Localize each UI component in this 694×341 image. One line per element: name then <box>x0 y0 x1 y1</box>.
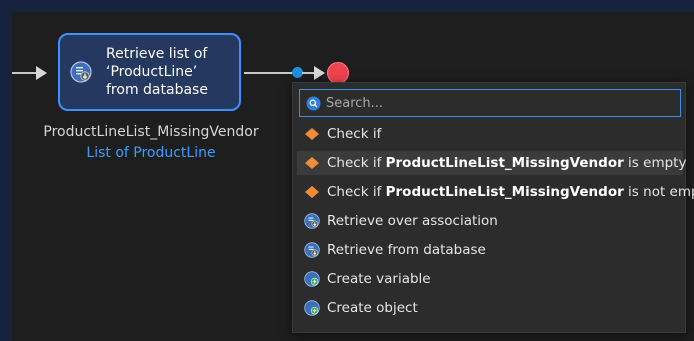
outgoing-flow-line[interactable] <box>244 72 294 74</box>
search-box[interactable] <box>299 89 681 117</box>
output-variable-type[interactable]: List of ProductLine <box>0 144 302 162</box>
menu-item-retrieve-over-association[interactable]: Retrieve over association <box>297 209 683 233</box>
search-icon <box>306 96 321 111</box>
menu-item-check-if-not-empty[interactable]: Check if ProductLineList_MissingVendor i… <box>297 180 694 204</box>
activity-label-line1: Retrieve list of <box>106 46 208 62</box>
menu-item-label: Check if ProductLineList_MissingVendor i… <box>327 155 687 171</box>
retrieve-icon <box>304 213 320 229</box>
end-event[interactable] <box>327 62 349 84</box>
incoming-flow-arrow-icon <box>36 66 47 80</box>
create-icon <box>304 300 320 316</box>
activity-label: Retrieve list of ‘ProductLine’ from data… <box>106 45 236 99</box>
menu-item-check-if[interactable]: Check if <box>297 122 683 146</box>
diamond-icon <box>305 157 319 169</box>
activity-label-line2: ‘ProductLine’ <box>106 64 198 80</box>
retrieve-activity[interactable]: Retrieve list of ‘ProductLine’ from data… <box>58 33 241 111</box>
menu-item-check-if-empty[interactable]: Check if ProductLineList_MissingVendor i… <box>297 151 687 175</box>
diamond-icon <box>305 128 319 140</box>
menu-item-label: Retrieve from database <box>327 242 486 258</box>
menu-item-label: Check if <box>327 126 382 142</box>
outgoing-flow-arrow-icon <box>314 66 325 80</box>
output-variable-name: ProductLineList_MissingVendor <box>43 124 259 140</box>
menu-item-label: Create object <box>327 300 418 316</box>
menu-item-label: Create variable <box>327 271 431 287</box>
menu-item-retrieve-from-database[interactable]: Retrieve from database <box>297 238 683 262</box>
activity-label-line3: from database <box>106 82 208 98</box>
search-input[interactable] <box>326 92 674 114</box>
diamond-icon <box>305 186 319 198</box>
window-frame-top <box>0 0 694 12</box>
create-icon <box>304 271 320 287</box>
menu-item-create-variable[interactable]: Create variable <box>297 267 683 291</box>
incoming-flow-line[interactable] <box>12 72 38 74</box>
menu-item-create-object[interactable]: Create object <box>297 296 683 320</box>
quick-add-menu: Check if Check if ProductLineList_Missin… <box>292 82 694 333</box>
retrieve-database-icon <box>70 61 92 83</box>
menu-item-label: Check if ProductLineList_MissingVendor i… <box>327 184 694 200</box>
menu-item-label: Retrieve over association <box>327 213 498 229</box>
window-frame-left <box>0 0 12 341</box>
retrieve-icon <box>304 242 320 258</box>
